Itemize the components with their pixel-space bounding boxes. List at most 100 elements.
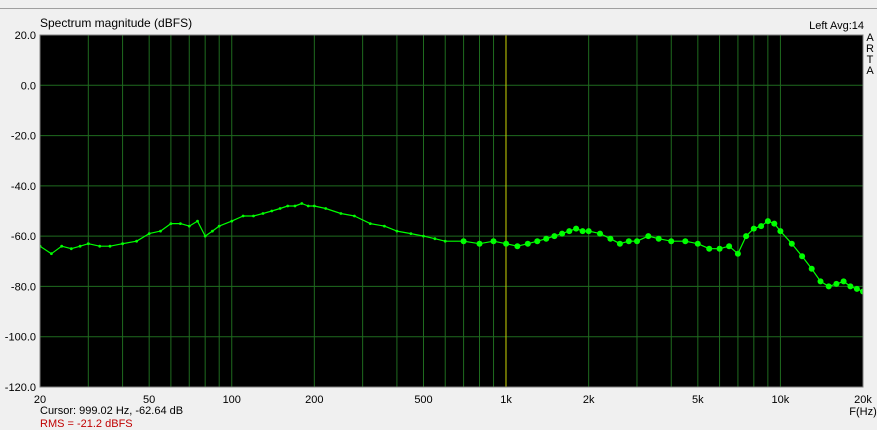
spectrum-point (460, 238, 467, 245)
spectrum-point (50, 252, 53, 256)
spectrum-point (60, 244, 64, 248)
y-tick-label: -20.0 (11, 131, 36, 143)
spectrum-point (241, 214, 245, 218)
y-tick-label: -60.0 (11, 231, 36, 243)
spectrum-point (306, 204, 310, 208)
spectrum-point (422, 234, 425, 238)
spectrum-point (86, 242, 90, 246)
spectrum-point (324, 207, 328, 210)
spectrum-point (585, 228, 592, 235)
spectrum-point (771, 220, 778, 227)
spectrum-point (726, 243, 733, 250)
spectrum-point (211, 229, 214, 233)
spectrum-point (98, 244, 102, 248)
spectrum-point (840, 278, 847, 285)
y-tick-label: -80.0 (11, 281, 36, 293)
spectrum-point (808, 265, 815, 272)
spectrum-point (261, 212, 265, 215)
spectrum-point (847, 283, 854, 290)
spectrum-point (607, 235, 614, 242)
spectrum-point (682, 238, 689, 245)
spectrum-point (286, 204, 290, 208)
y-tick-label: 0.0 (21, 80, 36, 92)
spectrum-point (764, 218, 771, 225)
rms-readout: RMS = -21.2 dBFS (40, 418, 133, 430)
spectrum-point (443, 239, 447, 243)
spectrum-point (270, 209, 274, 213)
spectrum-point (196, 219, 199, 223)
spectrum-point (625, 238, 632, 245)
cursor-readout: Cursor: 999.02 Hz, -62.64 dB (40, 405, 184, 417)
spectrum-point (368, 222, 372, 226)
spectrum-point (514, 243, 521, 250)
spectrum-point (490, 238, 497, 245)
spectrum-point (147, 232, 151, 236)
spectrum-point (339, 212, 343, 215)
spectrum-point (634, 238, 640, 245)
spectrum-point (645, 233, 652, 240)
spectrum-point (353, 214, 356, 218)
spectrum-point (312, 204, 316, 208)
x-tick-label: 1k (500, 394, 512, 406)
spectrum-point (734, 250, 741, 257)
spectrum-point (135, 239, 139, 243)
spectrum-point (230, 219, 234, 223)
spectrum-point (716, 245, 723, 252)
spectrum-point (799, 253, 806, 260)
spectrum-point (668, 238, 675, 245)
x-tick-label: 20k (854, 394, 872, 406)
spectrum-point (159, 229, 162, 233)
x-tick-label: 200 (305, 394, 323, 406)
spectrum-point (69, 247, 73, 251)
spectrum-point (503, 240, 510, 247)
spectrum-point (750, 225, 757, 232)
spectrum-point (300, 202, 304, 205)
plot-area (40, 35, 863, 387)
spectrum-point (78, 244, 82, 248)
spectrum-point (395, 229, 399, 233)
spectrum-point (543, 235, 550, 242)
spectrum-point (655, 235, 662, 242)
spectrum-point (694, 240, 701, 247)
spectrum-point (788, 240, 795, 247)
y-tick-label: -120.0 (5, 382, 36, 394)
x-axis-label: F(Hz) (849, 406, 877, 418)
spectrum-point (566, 228, 573, 235)
spectrum-point (853, 285, 860, 292)
spectrum-point (203, 234, 207, 238)
x-tick-label: 100 (223, 394, 241, 406)
x-tick-label: 5k (692, 394, 704, 406)
y-tick-label: 20.0 (15, 30, 36, 42)
spectrum-point (187, 224, 191, 228)
spectrum-plot[interactable]: 20.0 0.0 -20.0 -40.0 -60.0 -80.0 -100.0 -120.0 2… (0, 0, 877, 426)
spectrum-point (758, 223, 765, 230)
spectrum-point (579, 228, 586, 235)
spectrum-point (597, 230, 603, 237)
spectrum-point (252, 214, 255, 218)
y-tick-label: -100.0 (5, 332, 36, 344)
spectrum-point (169, 222, 173, 226)
y-tick-label: -40.0 (11, 181, 36, 193)
spectrum-point (217, 224, 221, 228)
spectrum-point (121, 242, 124, 246)
x-tick-label: 2k (583, 394, 595, 406)
spectrum-point (706, 245, 713, 252)
spectrum-point (559, 230, 566, 237)
spectrum-point (817, 278, 824, 285)
spectrum-point (616, 240, 623, 247)
spectrum-point (534, 238, 541, 245)
spectrum-point (278, 207, 282, 210)
spectrum-point (108, 244, 112, 248)
spectrum-point (293, 204, 297, 208)
spectrum-point (833, 280, 840, 287)
x-tick-label: 10k (772, 394, 790, 406)
spectrum-point (433, 237, 437, 241)
spectrum-point (476, 240, 483, 247)
spectrum-point (551, 233, 558, 240)
spectrum-point (409, 232, 413, 236)
spectrum-point (179, 222, 182, 226)
spectrum-point (524, 240, 531, 247)
x-tick-label: 500 (414, 394, 432, 406)
spectrum-point (777, 228, 784, 235)
spectrum-point (825, 283, 832, 290)
